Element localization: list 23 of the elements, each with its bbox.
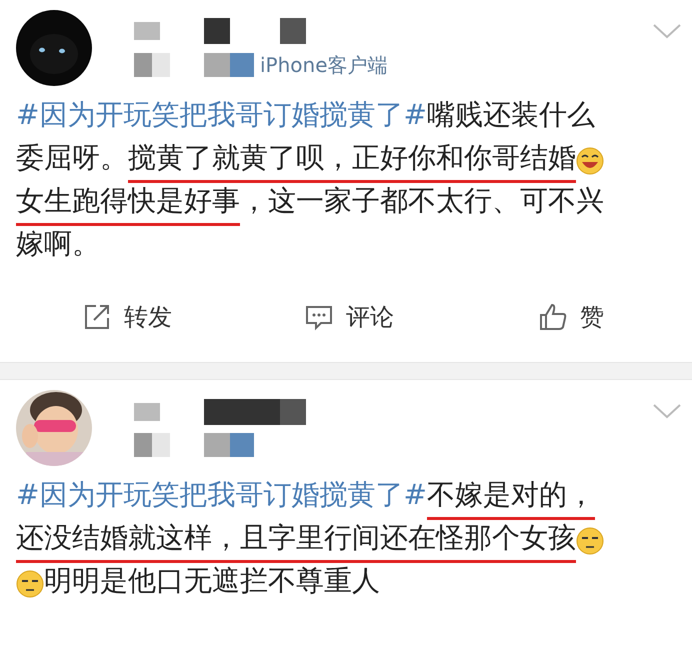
post-text: 明明是他口无遮拦不尊重人 <box>44 562 380 598</box>
post-text: 委屈呀。 <box>16 140 128 176</box>
post-text: 不嫁是对的， <box>426 476 595 520</box>
smirk-emoji-icon <box>16 570 44 598</box>
post-text: 正好你和你哥结婚 <box>352 138 576 182</box>
comment-button[interactable]: 评论 <box>238 300 460 334</box>
hashtag-link[interactable]: #因为开玩笑把我哥订婚搅黄了# <box>16 96 427 140</box>
chevron-down-icon[interactable] <box>652 402 682 420</box>
thumbs-up-icon <box>538 302 568 332</box>
share-icon <box>82 302 112 332</box>
post-text: ，这一家子都不太行、可不兴 <box>240 182 604 218</box>
post-source: iPhone客户端 <box>260 52 388 78</box>
hashtag-link[interactable]: #因为开玩笑把我哥订婚搅黄了# <box>16 476 427 520</box>
post-text: 还没结婚就这样，且字里行间还在怪那个女孩 <box>16 518 576 562</box>
post-text: 女生跑得快是好事 <box>16 182 240 226</box>
smirk-emoji-icon <box>576 526 604 554</box>
post-text: 嘴贱还装什么 <box>426 96 595 132</box>
repost-button[interactable]: 转发 <box>16 300 238 334</box>
post-text: 嫁啊。 <box>16 226 100 262</box>
post-text: 搅黄了就黄了呗， <box>128 138 352 182</box>
chevron-down-icon[interactable] <box>652 22 682 40</box>
like-button[interactable]: 赞 <box>460 300 682 334</box>
grin-emoji-icon <box>576 146 604 174</box>
